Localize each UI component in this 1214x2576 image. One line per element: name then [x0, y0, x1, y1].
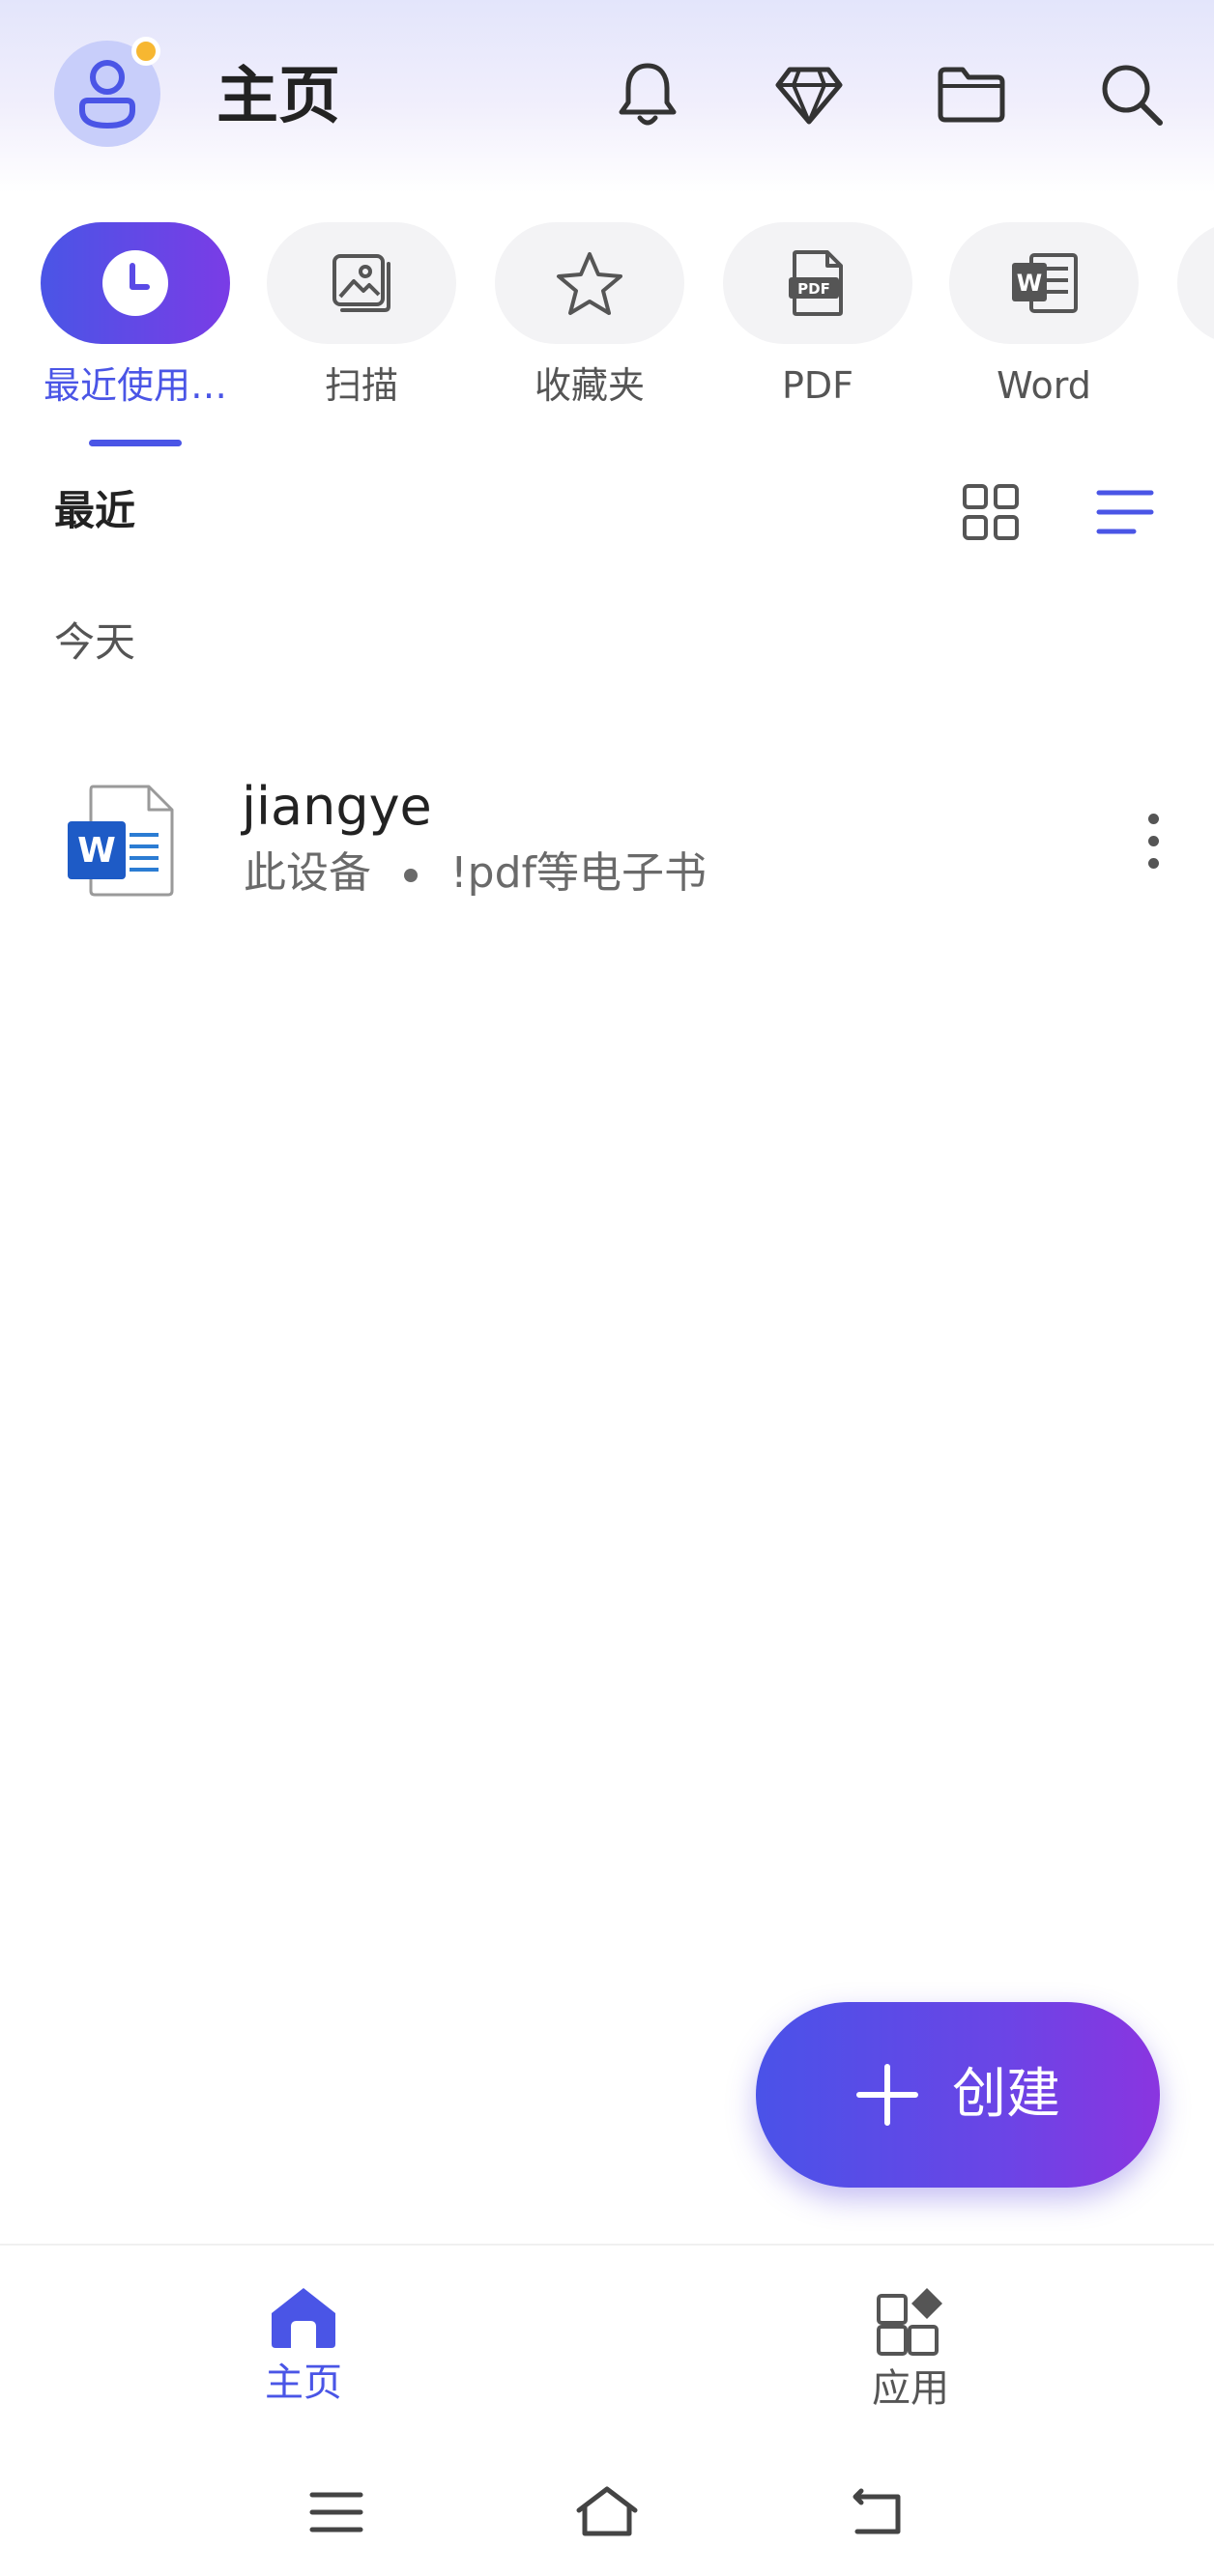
tab-more-pill [1177, 222, 1214, 344]
notification-dot [131, 37, 160, 66]
user-icon [79, 60, 135, 129]
grid-view-button[interactable] [952, 473, 1029, 551]
more-dot [1147, 857, 1159, 869]
category-tabs: 最近使用… 扫描 收藏夹 PDF PDF W Word [0, 222, 1214, 444]
system-home-button[interactable] [568, 2474, 646, 2551]
tab-word-pill: W [949, 222, 1139, 344]
diamond-icon [775, 67, 843, 125]
section-header: 最近 [0, 464, 1214, 560]
nav-home[interactable]: 主页 [207, 2284, 400, 2406]
folder-icon [938, 67, 1005, 123]
tab-recent-pill [41, 222, 230, 344]
file-folder: !pdf等电子书 [450, 848, 707, 898]
system-navigation-bar [0, 2447, 1214, 2576]
apps-icon [877, 2288, 942, 2356]
more-dot [1147, 813, 1159, 824]
back-icon [853, 2488, 901, 2534]
tab-pdf[interactable]: PDF PDF [721, 222, 914, 408]
app-header: 主页 [0, 0, 1214, 193]
tab-favorites[interactable]: 收藏夹 [493, 222, 686, 408]
tab-word-label: Word [997, 364, 1091, 407]
more-dot [1147, 835, 1159, 846]
create-button-label: 创建 [952, 2063, 1060, 2126]
star-icon [557, 252, 622, 315]
search-icon [1102, 65, 1163, 126]
section-title: 最近 [54, 487, 136, 534]
tab-recent[interactable]: 最近使用… [39, 222, 232, 408]
tab-pdf-label: PDF [781, 364, 854, 407]
tab-scan-label: 扫描 [324, 364, 398, 407]
home-outline-icon [576, 2486, 638, 2536]
system-menu-button[interactable] [298, 2474, 375, 2551]
pdf-file-icon: PDF [789, 250, 843, 316]
file-list-item[interactable]: W jiangye 此设备 !pdf等电子书 [0, 754, 1214, 928]
word-file-icon: W [1012, 253, 1078, 313]
nav-home-label: 主页 [265, 2361, 342, 2405]
svg-text:W: W [77, 831, 116, 871]
menu-icon [309, 2492, 363, 2533]
tab-favorites-pill [495, 222, 684, 344]
image-scan-icon [332, 254, 390, 312]
meta-separator [404, 869, 418, 882]
nav-apps[interactable]: 应用 [814, 2284, 1007, 2412]
search-button[interactable] [1093, 56, 1171, 133]
tab-scan[interactable]: 扫描 [265, 222, 458, 408]
list-view-button[interactable] [1086, 473, 1164, 551]
home-icon [272, 2288, 335, 2348]
grid-view-icon [963, 484, 1019, 540]
word-doc-icon: W [66, 783, 182, 899]
nav-apps-label: 应用 [872, 2366, 949, 2411]
tab-more[interactable] [1175, 222, 1214, 344]
clock-icon [102, 250, 168, 316]
more-options-button[interactable] [1119, 792, 1187, 889]
bottom-navigation: 主页 应用 [0, 2244, 1214, 2447]
svg-text:PDF: PDF [797, 280, 830, 298]
tab-word[interactable]: W Word [947, 222, 1141, 408]
create-button[interactable]: 创建 [756, 2002, 1160, 2188]
group-label-today: 今天 [54, 618, 136, 666]
system-back-button[interactable] [839, 2474, 916, 2551]
file-location: 此设备 [244, 848, 371, 898]
tab-scan-pill [267, 222, 456, 344]
plus-icon [856, 2064, 918, 2126]
file-meta: 此设备 !pdf等电子书 [244, 846, 707, 901]
bell-icon [619, 63, 677, 126]
files-button[interactable] [933, 56, 1010, 133]
page-title: 主页 [217, 61, 340, 132]
file-name: jiangye [242, 776, 432, 837]
premium-button[interactable] [770, 56, 848, 133]
svg-text:W: W [1017, 270, 1042, 297]
list-view-icon [1096, 490, 1154, 534]
active-tab-indicator [89, 440, 182, 446]
tab-favorites-label: 收藏夹 [534, 364, 645, 407]
notifications-button[interactable] [609, 56, 686, 133]
tab-recent-label: 最近使用… [43, 364, 227, 407]
tab-pdf-pill: PDF [723, 222, 912, 344]
